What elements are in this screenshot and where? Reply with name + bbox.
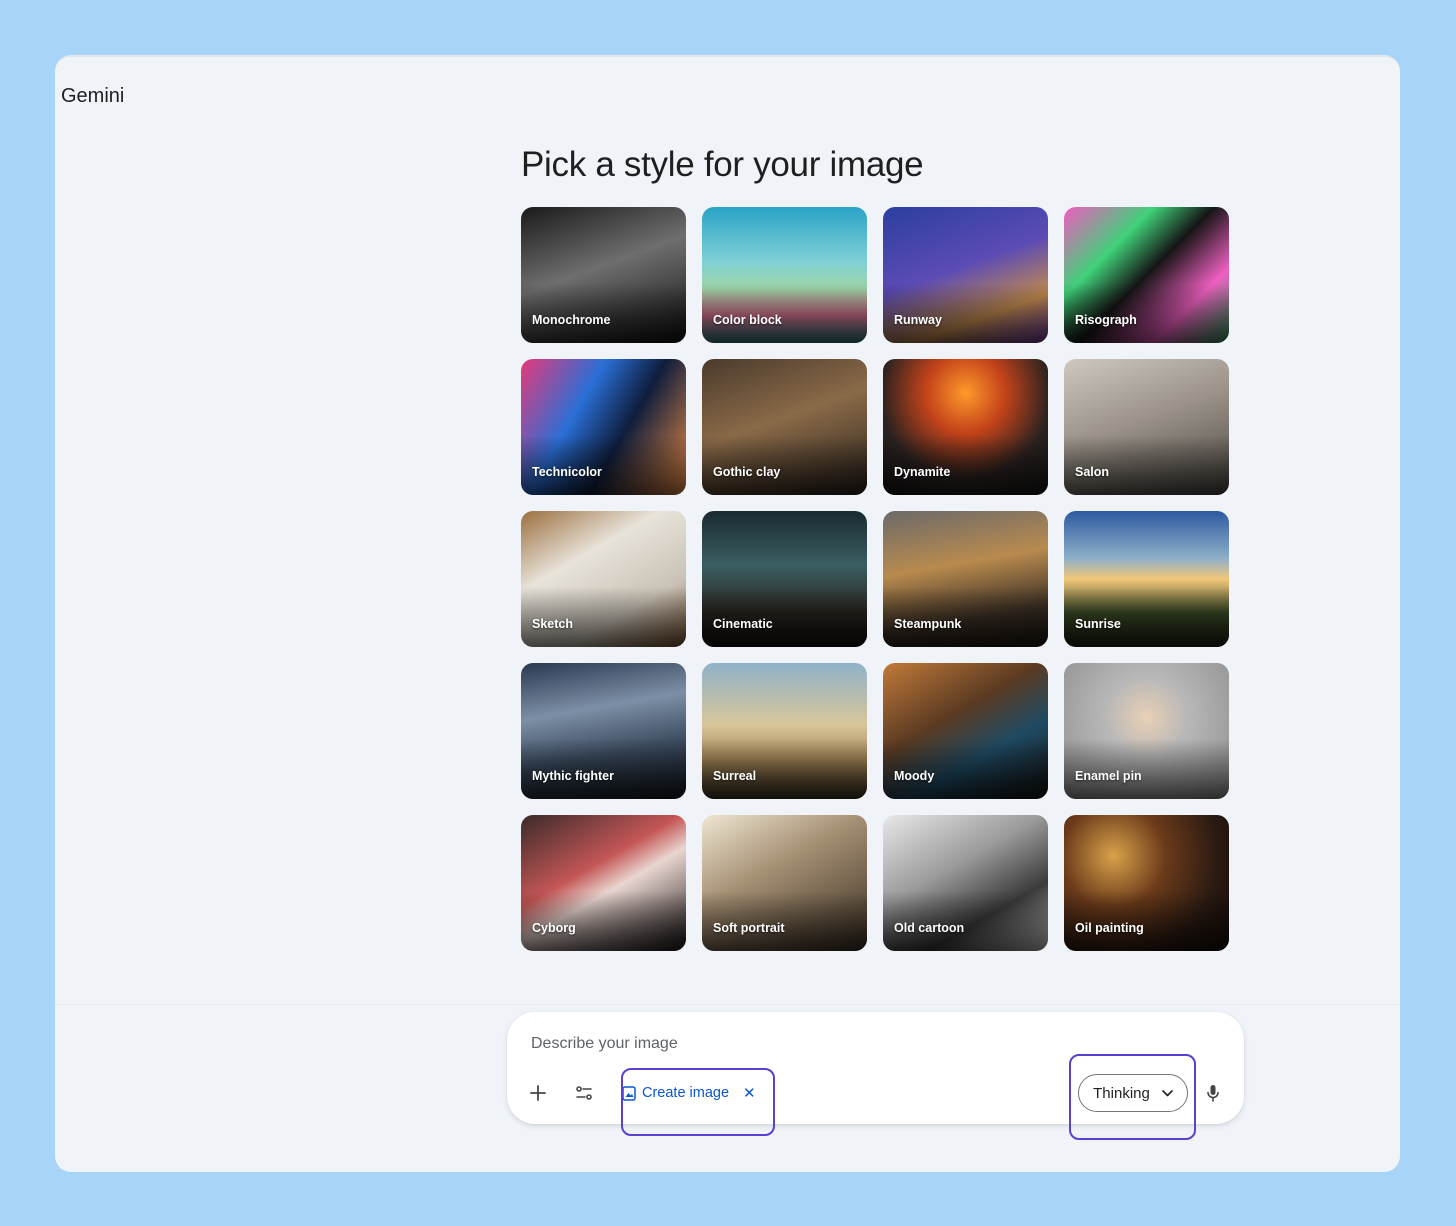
style-label: Color block [713, 313, 782, 327]
style-tile[interactable]: Runway [883, 207, 1048, 343]
style-label: Cinematic [713, 617, 773, 631]
create-image-label: Create image [642, 1085, 730, 1101]
style-label: Steampunk [894, 617, 962, 631]
style-label: Technicolor [532, 465, 602, 479]
divider [55, 1004, 1400, 1005]
style-tile[interactable]: Salon [1064, 359, 1229, 495]
style-label: Soft portrait [713, 921, 785, 935]
style-tile[interactable]: Gothic clay [702, 359, 867, 495]
style-tile[interactable]: Enamel pin [1064, 663, 1229, 799]
style-label: Runway [894, 313, 942, 327]
style-tile[interactable]: Surreal [702, 663, 867, 799]
style-tile[interactable]: Sunrise [1064, 511, 1229, 647]
style-tile[interactable]: Steampunk [883, 511, 1048, 647]
style-tile[interactable]: Sketch [521, 511, 686, 647]
style-label: Oil painting [1075, 921, 1144, 935]
app-title: Gemini [61, 85, 125, 107]
style-tile[interactable]: Color block [702, 207, 867, 343]
add-button[interactable] [520, 1075, 556, 1111]
microphone-icon [1207, 1085, 1219, 1102]
style-label: Sunrise [1075, 617, 1121, 631]
style-tile[interactable]: Monochrome [521, 207, 686, 343]
style-label: Mythic fighter [532, 769, 614, 783]
prompt-box: Create image ✕ Thinking [507, 1012, 1244, 1140]
style-label: Cyborg [532, 921, 576, 935]
image-icon [622, 1085, 636, 1101]
style-label: Enamel pin [1075, 769, 1142, 783]
style-tile[interactable]: Moody [883, 663, 1048, 799]
microphone-button[interactable] [1195, 1075, 1231, 1111]
style-tile[interactable]: Risograph [1064, 207, 1229, 343]
close-icon[interactable]: ✕ [743, 1084, 756, 1102]
style-tile[interactable]: Oil painting [1064, 815, 1229, 951]
plus-icon [530, 1085, 546, 1101]
style-tile[interactable]: Old cartoon [883, 815, 1048, 951]
page-title: Pick a style for your image [521, 145, 924, 184]
style-label: Monochrome [532, 313, 611, 327]
style-label: Sketch [532, 617, 573, 631]
style-label: Salon [1075, 465, 1110, 479]
style-tile[interactable]: Technicolor [521, 359, 686, 495]
tools-button[interactable] [566, 1075, 602, 1111]
create-image-chip[interactable]: Create image ✕ [622, 1078, 756, 1108]
model-label: Thinking [1093, 1084, 1150, 1102]
style-tile[interactable]: Soft portrait [702, 815, 867, 951]
style-tile[interactable]: Dynamite [883, 359, 1048, 495]
style-label: Surreal [713, 769, 757, 783]
style-label: Old cartoon [894, 921, 965, 935]
style-label: Moody [894, 769, 935, 783]
style-label: Gothic clay [713, 465, 781, 479]
style-tile[interactable]: Cinematic [702, 511, 867, 647]
chevron-down-icon [1162, 1089, 1173, 1096]
style-grid: Monochrome Color block Runway Risograph Tech… [521, 207, 1230, 951]
prompt-input[interactable] [529, 1030, 1033, 1058]
style-tile[interactable]: Mythic fighter [521, 663, 686, 799]
style-label: Risograph [1075, 313, 1137, 327]
style-tile[interactable]: Cyborg [521, 815, 686, 951]
style-label: Dynamite [894, 465, 951, 479]
app-window: Gemini Pick a style for your image Monoc… [55, 55, 1400, 1172]
tune-icon [576, 1086, 592, 1100]
model-selector[interactable]: Thinking [1078, 1074, 1188, 1112]
